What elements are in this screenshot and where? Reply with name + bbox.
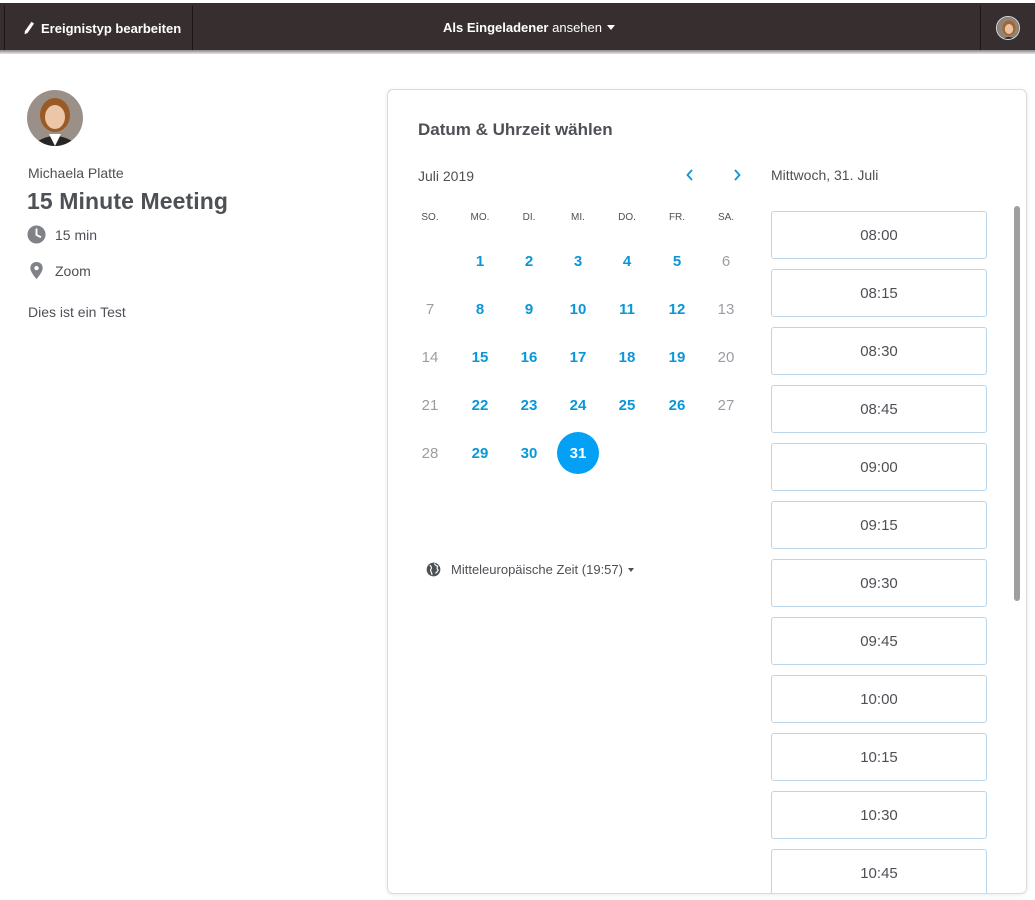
avatar xyxy=(996,16,1020,40)
weekday-label: DO. xyxy=(618,212,636,223)
time-slot-button[interactable]: 09:00 xyxy=(771,443,987,491)
calendar-day[interactable]: 15 xyxy=(459,336,501,378)
calendar-day[interactable]: 19 xyxy=(656,336,698,378)
view-as-label-rest: ansehen xyxy=(552,20,602,35)
top-bar: Ereignistyp bearbeiten Als Eingeladener … xyxy=(0,0,1035,50)
calendar-day[interactable]: 29 xyxy=(459,432,501,474)
selected-date-label: Mittwoch, 31. Juli xyxy=(771,167,879,183)
calendar-day: 7 xyxy=(425,300,435,318)
time-slot-button[interactable]: 10:00 xyxy=(771,675,987,723)
weekday-label: SO. xyxy=(421,212,439,223)
timezone-selector[interactable]: Mitteleuropäische Zeit (19:57) xyxy=(426,562,634,577)
time-slot-button[interactable]: 10:45 xyxy=(771,849,987,893)
pencil-icon xyxy=(24,21,34,35)
scheduler-card: Datum & Uhrzeit wählen Juli 2019 SO. MO. D… xyxy=(387,89,1027,894)
time-slot-button[interactable]: 08:00 xyxy=(771,211,987,259)
calendar-day[interactable]: 2 xyxy=(508,240,550,282)
time-slot-button[interactable]: 10:15 xyxy=(771,733,987,781)
caret-down-icon xyxy=(627,567,634,572)
calendar-day[interactable]: 11 xyxy=(606,288,648,330)
weekday-label: MI. xyxy=(571,212,585,223)
top-bar-shadow xyxy=(0,50,1035,54)
next-month-button[interactable] xyxy=(726,164,748,186)
view-as-label-bold: Als Eingeladener xyxy=(443,20,549,35)
previous-month-button[interactable] xyxy=(679,164,701,186)
globe-icon xyxy=(426,562,441,577)
edit-event-type-label: Ereignistyp bearbeiten xyxy=(41,20,182,36)
time-slot-scrollbar[interactable] xyxy=(1014,206,1020,601)
calendar-day[interactable]: 23 xyxy=(508,384,550,426)
duration-text: 15 min xyxy=(55,226,98,243)
calendar-day[interactable]: 26 xyxy=(656,384,698,426)
weekday-label: MO. xyxy=(470,212,490,223)
month-label: Juli 2019 xyxy=(418,168,475,184)
timezone-label: Mitteleuropäische Zeit (19:57) xyxy=(451,562,623,577)
calendar-day[interactable]: 16 xyxy=(508,336,550,378)
calendar-day: 14 xyxy=(421,348,439,366)
calendar-day[interactable]: 9 xyxy=(508,288,550,330)
caret-down-icon xyxy=(607,25,615,30)
calendar-day: 13 xyxy=(717,300,735,318)
location-text: Zoom xyxy=(55,262,91,279)
calendar-day[interactable]: 24 xyxy=(557,384,599,426)
weekday-label: SA. xyxy=(717,212,735,223)
calendar-day[interactable]: 8 xyxy=(459,288,501,330)
calendar-day: 27 xyxy=(717,396,735,414)
time-slot-button[interactable]: 09:45 xyxy=(771,617,987,665)
view-as-invitee-dropdown[interactable]: Als Eingeladener ansehen xyxy=(443,20,615,35)
time-slot-button[interactable]: 08:15 xyxy=(771,269,987,317)
calendar-day[interactable]: 10 xyxy=(557,288,599,330)
calendar-day[interactable]: 1 xyxy=(459,240,501,282)
duration-row: 15 min xyxy=(27,225,97,244)
host-avatar xyxy=(27,90,83,146)
calendar-day: 21 xyxy=(421,396,439,414)
calendar-day[interactable]: 12 xyxy=(656,288,698,330)
time-slot-button[interactable]: 10:30 xyxy=(771,791,987,839)
event-description: Dies ist ein Test xyxy=(28,304,126,320)
calendar-day[interactable]: 4 xyxy=(606,240,648,282)
calendar-day[interactable]: 17 xyxy=(557,336,599,378)
event-title: 15 Minute Meeting xyxy=(27,188,229,214)
calendar-day-selected[interactable]: 31 xyxy=(557,432,599,474)
clock-icon xyxy=(27,225,46,244)
host-name: Michaela Platte xyxy=(28,165,124,181)
calendar-day: 28 xyxy=(421,444,439,462)
chevron-right-icon xyxy=(734,169,741,181)
time-slot-button[interactable]: 09:30 xyxy=(771,559,987,607)
calendar-day: 20 xyxy=(717,348,735,366)
weekday-label: FR. xyxy=(668,212,686,223)
time-slot-button[interactable]: 09:15 xyxy=(771,501,987,549)
map-pin-icon xyxy=(30,261,43,280)
card-title: Datum & Uhrzeit wählen xyxy=(418,120,613,139)
calendar-day[interactable]: 30 xyxy=(508,432,550,474)
chevron-left-icon xyxy=(686,169,693,181)
time-slot-button[interactable]: 08:30 xyxy=(771,327,987,375)
calendar-day[interactable]: 22 xyxy=(459,384,501,426)
calendar-day[interactable]: 5 xyxy=(656,240,698,282)
location-row: Zoom xyxy=(27,261,91,280)
weekday-label: DI. xyxy=(522,212,536,223)
calendar-day[interactable]: 25 xyxy=(606,384,648,426)
calendar-day: 6 xyxy=(721,252,731,270)
user-menu-button[interactable] xyxy=(980,6,1035,50)
edit-event-type-button[interactable]: Ereignistyp bearbeiten xyxy=(4,6,193,50)
time-slot-button[interactable]: 08:45 xyxy=(771,385,987,433)
calendar-day[interactable]: 18 xyxy=(606,336,648,378)
calendar-day[interactable]: 3 xyxy=(557,240,599,282)
